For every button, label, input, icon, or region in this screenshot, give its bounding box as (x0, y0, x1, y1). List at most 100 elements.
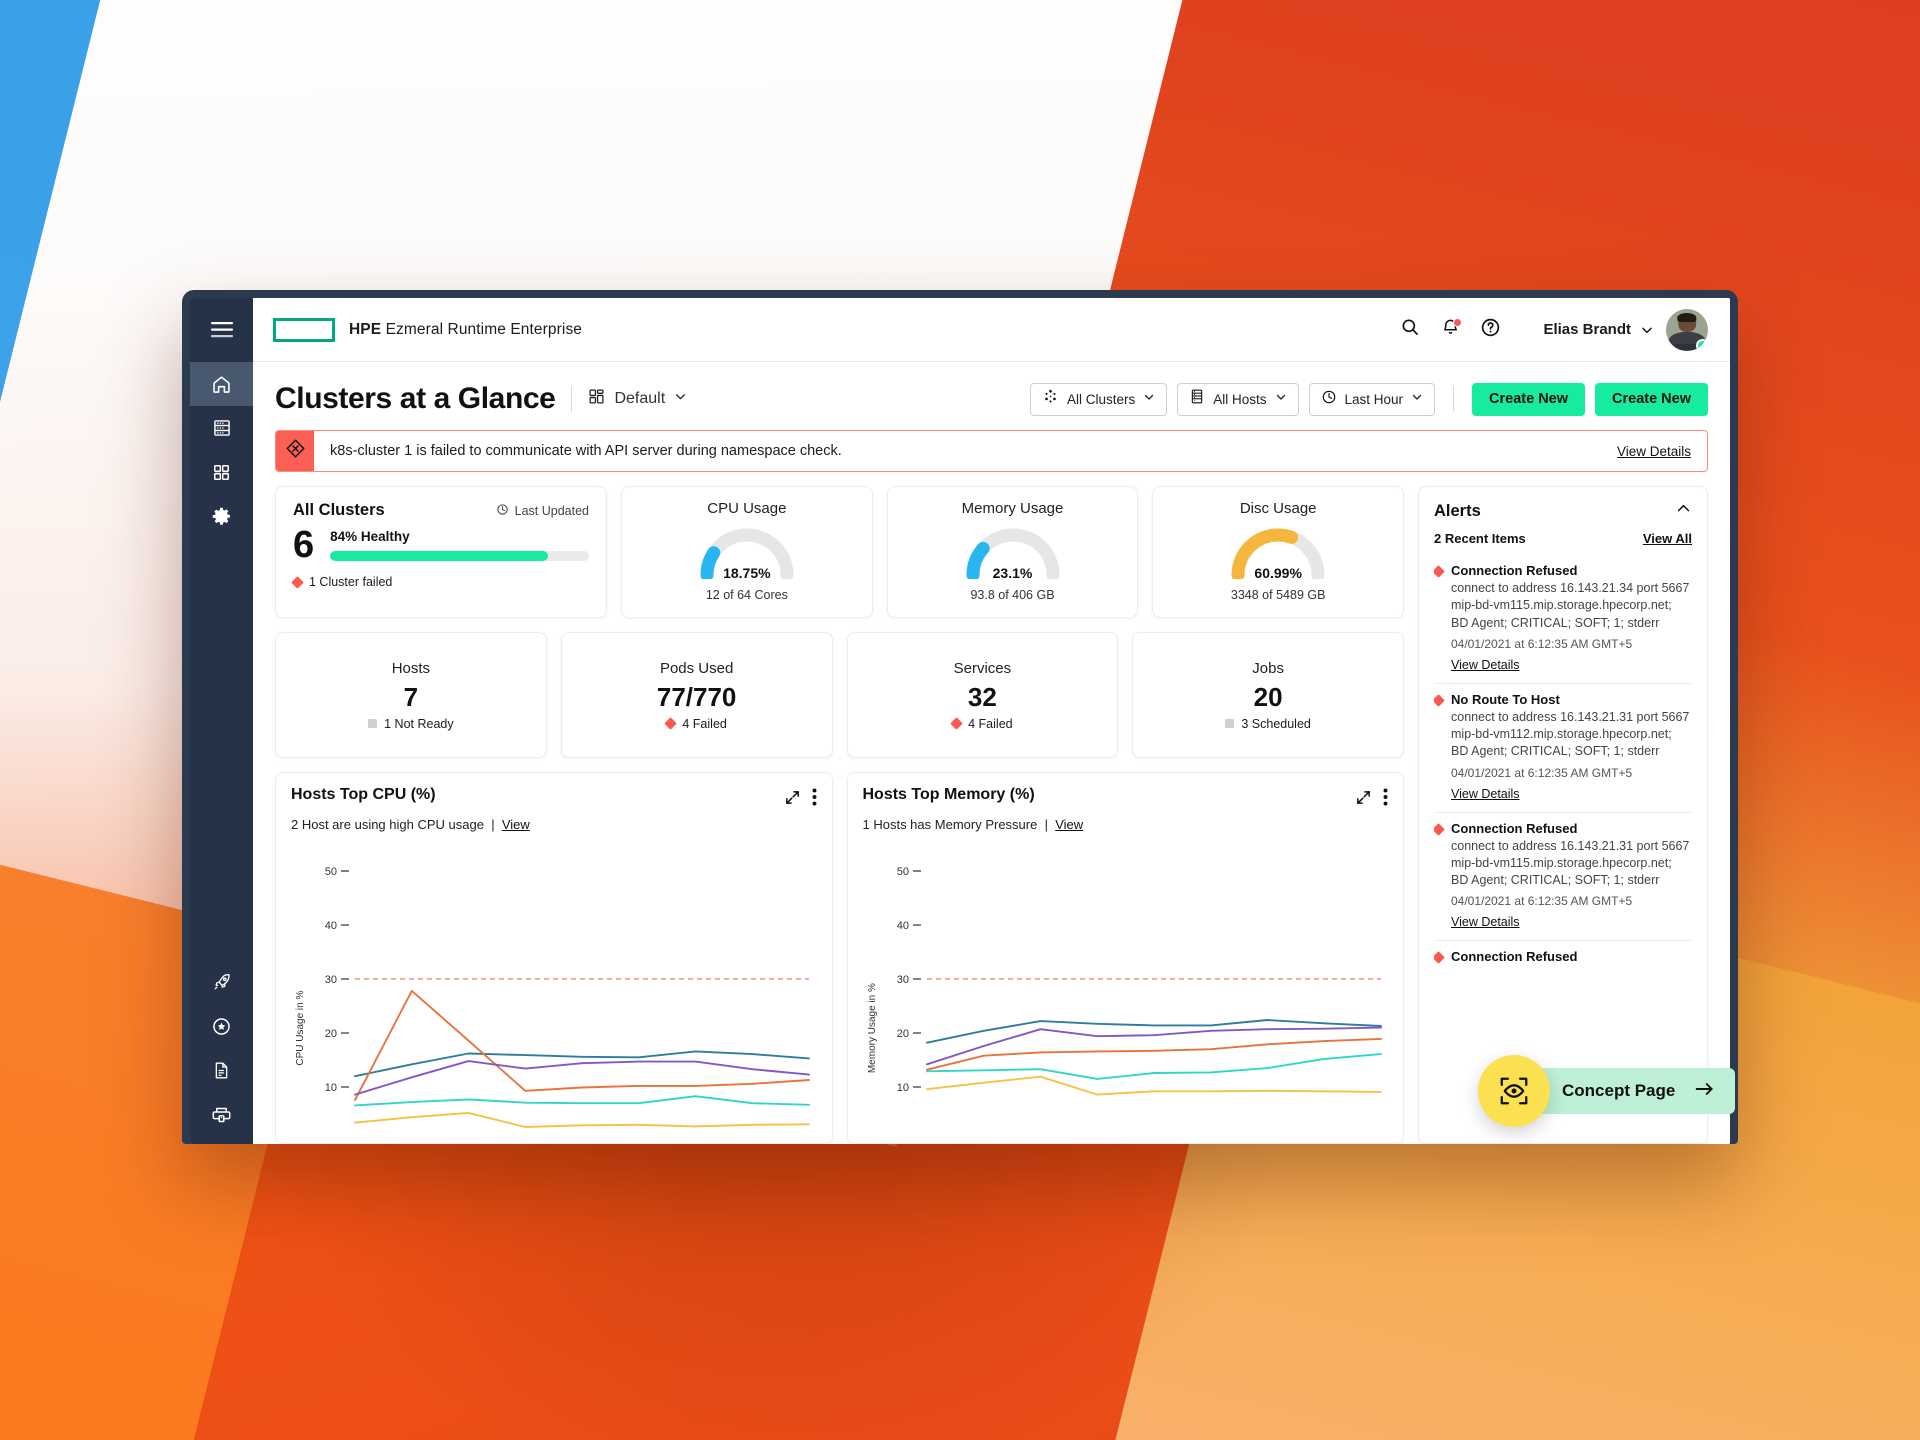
red-diamond-icon (664, 717, 678, 730)
y-tick-label: 30 (896, 974, 908, 986)
page-title: Clusters at a Glance (275, 382, 556, 415)
more-vertical-icon[interactable] (1383, 788, 1388, 811)
apps-grid-icon (212, 463, 231, 482)
stat-value: 20 (1253, 681, 1283, 712)
brand-bold: HPE (349, 320, 382, 338)
sidebar-item-documentation[interactable] (190, 1048, 253, 1092)
chart-series-line (354, 1111, 810, 1128)
chart-title: Hosts Top Memory (%) (862, 786, 1035, 803)
expand-icon[interactable] (784, 789, 801, 811)
line-chart-svg: Memory Usage in % 10 20 30 40 50 (867, 866, 1382, 1096)
hamburger-icon (210, 322, 233, 338)
chevron-down-icon (1275, 390, 1287, 408)
help-circle-icon (1480, 317, 1501, 343)
last-updated-label: Last Updated (514, 503, 589, 518)
chart-view-link[interactable]: View (502, 817, 530, 832)
sidebar-item-launch[interactable] (190, 960, 253, 1004)
alert-timestamp: 04/01/2021 at 6:12:35 AM GMT+5 (1451, 894, 1633, 909)
dashboard-layout-icon (588, 388, 605, 410)
alert-view-details-link[interactable]: View Details (1451, 915, 1520, 929)
create-new-button-2[interactable]: Create New (1595, 382, 1708, 416)
chart-header: Hosts Top CPU (%) (291, 786, 817, 811)
chevron-down-icon (1411, 390, 1423, 408)
y-tick-label: 30 (325, 974, 337, 986)
y-tick-label: 40 (325, 920, 337, 932)
alert-body: Connection Refused connect to address 16… (1451, 821, 1692, 932)
eye-scan-icon (1478, 1055, 1550, 1127)
chart-subtitle-sep: | (487, 817, 499, 832)
chart-series-line (354, 1060, 810, 1096)
concept-page-badge[interactable]: Concept Page (1478, 1055, 1736, 1127)
y-tick-label: 50 (896, 866, 908, 878)
gauge-title: Disc Usage (1239, 500, 1317, 517)
stat-card-services: Services 32 4 Failed (846, 632, 1119, 758)
gauge-subtitle: 12 of 64 Cores (705, 588, 788, 602)
concept-page-button[interactable]: Concept Page (1524, 1068, 1736, 1114)
alert-view-details-link[interactable]: View Details (1451, 787, 1520, 801)
y-tick-label: 20 (896, 1028, 908, 1040)
filter-all-clusters[interactable]: All Clusters (1029, 382, 1168, 416)
chart-header: Hosts Top Memory (%) (863, 786, 1389, 811)
alert-name: Connection Refused (1451, 820, 1578, 836)
chart-series-line (354, 989, 810, 1101)
stat-footer: 1 Not Ready (368, 717, 454, 731)
filter-time-range[interactable]: Last Hour (1308, 382, 1436, 416)
dashboard-view-select[interactable]: Default (588, 388, 687, 410)
document-icon (212, 1061, 231, 1080)
y-axis-label: CPU Usage in % (295, 991, 306, 1066)
printer-icon (211, 1104, 232, 1125)
chart-plot-cpu: CPU Usage in % 10 20 30 40 50 (291, 838, 817, 1143)
rocket-icon (212, 972, 232, 992)
chevron-down-icon (674, 390, 687, 408)
last-updated: Last Updated (496, 503, 589, 519)
stat-value: 7 (403, 681, 419, 712)
sidebar-item-settings[interactable] (190, 494, 253, 538)
chart-card-cpu: Hosts Top CPU (%) 2 Host are using high … (275, 772, 833, 1144)
sidebar-item-home[interactable] (190, 362, 253, 406)
stat-card-jobs: Jobs 20 3 Scheduled (1132, 632, 1404, 758)
red-diamond-icon (291, 575, 304, 589)
banner-view-details-link[interactable]: View Details (1617, 431, 1707, 471)
line-chart-svg: CPU Usage in % 10 20 30 40 50 (295, 866, 810, 1128)
search-button[interactable] (1393, 313, 1427, 347)
more-vertical-icon[interactable] (812, 788, 817, 811)
page-header: Clusters at a Glance Default All Cluster… (275, 362, 1708, 430)
clock-icon (1321, 389, 1337, 410)
chart-subtitle-text: 1 Hosts has Memory Pressure (862, 817, 1038, 832)
stat-value: 77/770 (656, 681, 737, 712)
grey-square-icon (368, 719, 378, 728)
chart-view-link[interactable]: View (1055, 817, 1083, 832)
gauge-value: 23.1% (992, 565, 1033, 581)
sidebar-item-clusters[interactable] (190, 406, 253, 450)
search-icon (1400, 317, 1420, 342)
health-progress-track (330, 551, 589, 561)
chevron-up-icon[interactable] (1675, 500, 1692, 522)
sidebar-item-applications[interactable] (190, 450, 253, 494)
alert-row: Connection Refused connect to address 16… (1434, 563, 1692, 674)
sidebar-item-print[interactable] (190, 1092, 253, 1136)
chart-plot-memory: Memory Usage in % 10 20 30 40 50 (863, 838, 1389, 1143)
star-badge-icon (211, 1016, 232, 1037)
chart-card-memory: Hosts Top Memory (%) 1 Hosts has Memory … (846, 772, 1404, 1144)
user-name: Elias Brandt (1543, 321, 1631, 338)
filter-all-hosts[interactable]: All Hosts (1177, 382, 1299, 416)
create-new-button-1[interactable]: Create New (1472, 382, 1586, 416)
alert-view-details-link[interactable]: View Details (1451, 658, 1520, 672)
alerts-view-all-link[interactable]: View All (1643, 531, 1692, 546)
user-menu[interactable]: Elias Brandt (1543, 308, 1708, 351)
notifications-button[interactable] (1433, 313, 1467, 347)
y-tick-label: 10 (896, 1082, 908, 1094)
health-progress-fill (330, 551, 548, 561)
help-button[interactable] (1473, 313, 1507, 347)
stats-row: Hosts 7 1 Not Ready Pods Used 77/770 4 F… (275, 632, 1404, 758)
stat-card-pods-used: Pods Used 77/770 4 Failed (560, 632, 833, 758)
sidebar-item-favorites[interactable] (190, 1004, 253, 1048)
chart-subtitle: 1 Hosts has Memory Pressure | View (863, 817, 1389, 832)
menu-toggle-button[interactable] (190, 298, 253, 362)
y-tick-label: 50 (325, 866, 337, 878)
expand-icon[interactable] (1355, 789, 1372, 811)
avatar[interactable] (1666, 308, 1708, 351)
brand-title: HPE Ezmeral Runtime Enterprise (349, 321, 582, 339)
gauge-value: 18.75% (723, 565, 771, 581)
alert-row: Connection Refused (1434, 949, 1692, 966)
